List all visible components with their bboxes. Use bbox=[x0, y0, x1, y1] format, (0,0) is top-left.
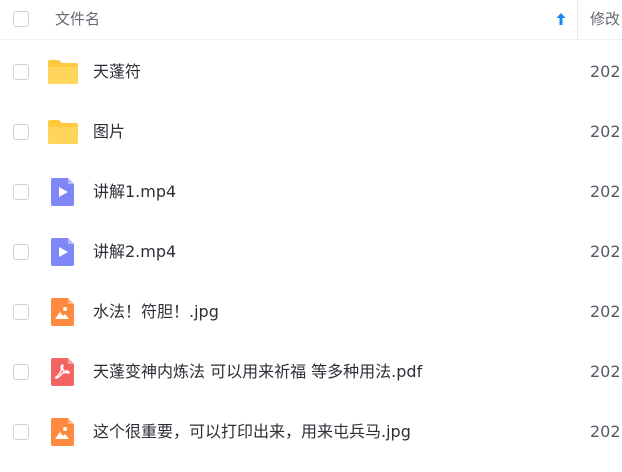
file-name[interactable]: 天蓬变神内炼法 可以用来祈福 等多种用法.pdf bbox=[93, 342, 422, 402]
file-name[interactable]: 讲解2.mp4 bbox=[93, 222, 176, 282]
file-row[interactable]: 讲解1.mp4 202 bbox=[0, 162, 622, 222]
column-header-modified[interactable]: 修改 bbox=[590, 0, 620, 40]
column-header-filename[interactable]: 文件名 bbox=[55, 0, 100, 40]
row-checkbox[interactable] bbox=[13, 364, 29, 380]
file-list: 文件名 修改 天蓬符 202 图片 202 讲解1.mp4 202 讲解2.mp… bbox=[0, 0, 622, 472]
file-modified-date: 202 bbox=[590, 302, 621, 321]
row-checkbox[interactable] bbox=[13, 424, 29, 440]
pdf-file-icon bbox=[51, 358, 74, 386]
file-modified-date: 202 bbox=[590, 242, 621, 261]
folder-icon bbox=[48, 120, 78, 144]
image-file-icon bbox=[51, 298, 74, 326]
file-row[interactable]: 讲解2.mp4 202 bbox=[0, 222, 622, 282]
file-name[interactable]: 天蓬符 bbox=[93, 42, 141, 102]
file-row[interactable]: 这个很重要，可以打印出来，用来屯兵马.jpg 202 bbox=[0, 402, 622, 462]
file-name[interactable]: 讲解1.mp4 bbox=[93, 162, 176, 222]
file-row[interactable]: 天蓬变神内炼法 可以用来祈福 等多种用法.pdf 202 bbox=[0, 342, 622, 402]
file-row[interactable]: 图片 202 bbox=[0, 102, 622, 162]
file-row[interactable]: 天蓬符 202 bbox=[0, 42, 622, 102]
file-modified-date: 202 bbox=[590, 422, 621, 441]
column-divider[interactable] bbox=[577, 0, 578, 40]
file-name[interactable]: 图片 bbox=[93, 102, 125, 162]
video-file-icon bbox=[51, 178, 74, 206]
file-name[interactable]: 这个很重要，可以打印出来，用来屯兵马.jpg bbox=[93, 402, 411, 462]
file-row[interactable]: 水法！符胆！.jpg 202 bbox=[0, 282, 622, 342]
image-file-icon bbox=[51, 418, 74, 446]
file-modified-date: 202 bbox=[590, 122, 621, 141]
row-checkbox[interactable] bbox=[13, 244, 29, 260]
file-list-header: 文件名 修改 bbox=[0, 0, 622, 40]
row-checkbox[interactable] bbox=[13, 64, 29, 80]
file-modified-date: 202 bbox=[590, 62, 621, 81]
folder-icon bbox=[48, 60, 78, 84]
row-checkbox[interactable] bbox=[13, 184, 29, 200]
row-checkbox[interactable] bbox=[13, 304, 29, 320]
file-name[interactable]: 水法！符胆！.jpg bbox=[93, 282, 219, 342]
select-all-checkbox[interactable] bbox=[13, 11, 29, 27]
row-checkbox[interactable] bbox=[13, 124, 29, 140]
video-file-icon bbox=[51, 238, 74, 266]
file-modified-date: 202 bbox=[590, 182, 621, 201]
arrow-up-icon[interactable] bbox=[555, 11, 567, 27]
file-modified-date: 202 bbox=[590, 362, 621, 381]
